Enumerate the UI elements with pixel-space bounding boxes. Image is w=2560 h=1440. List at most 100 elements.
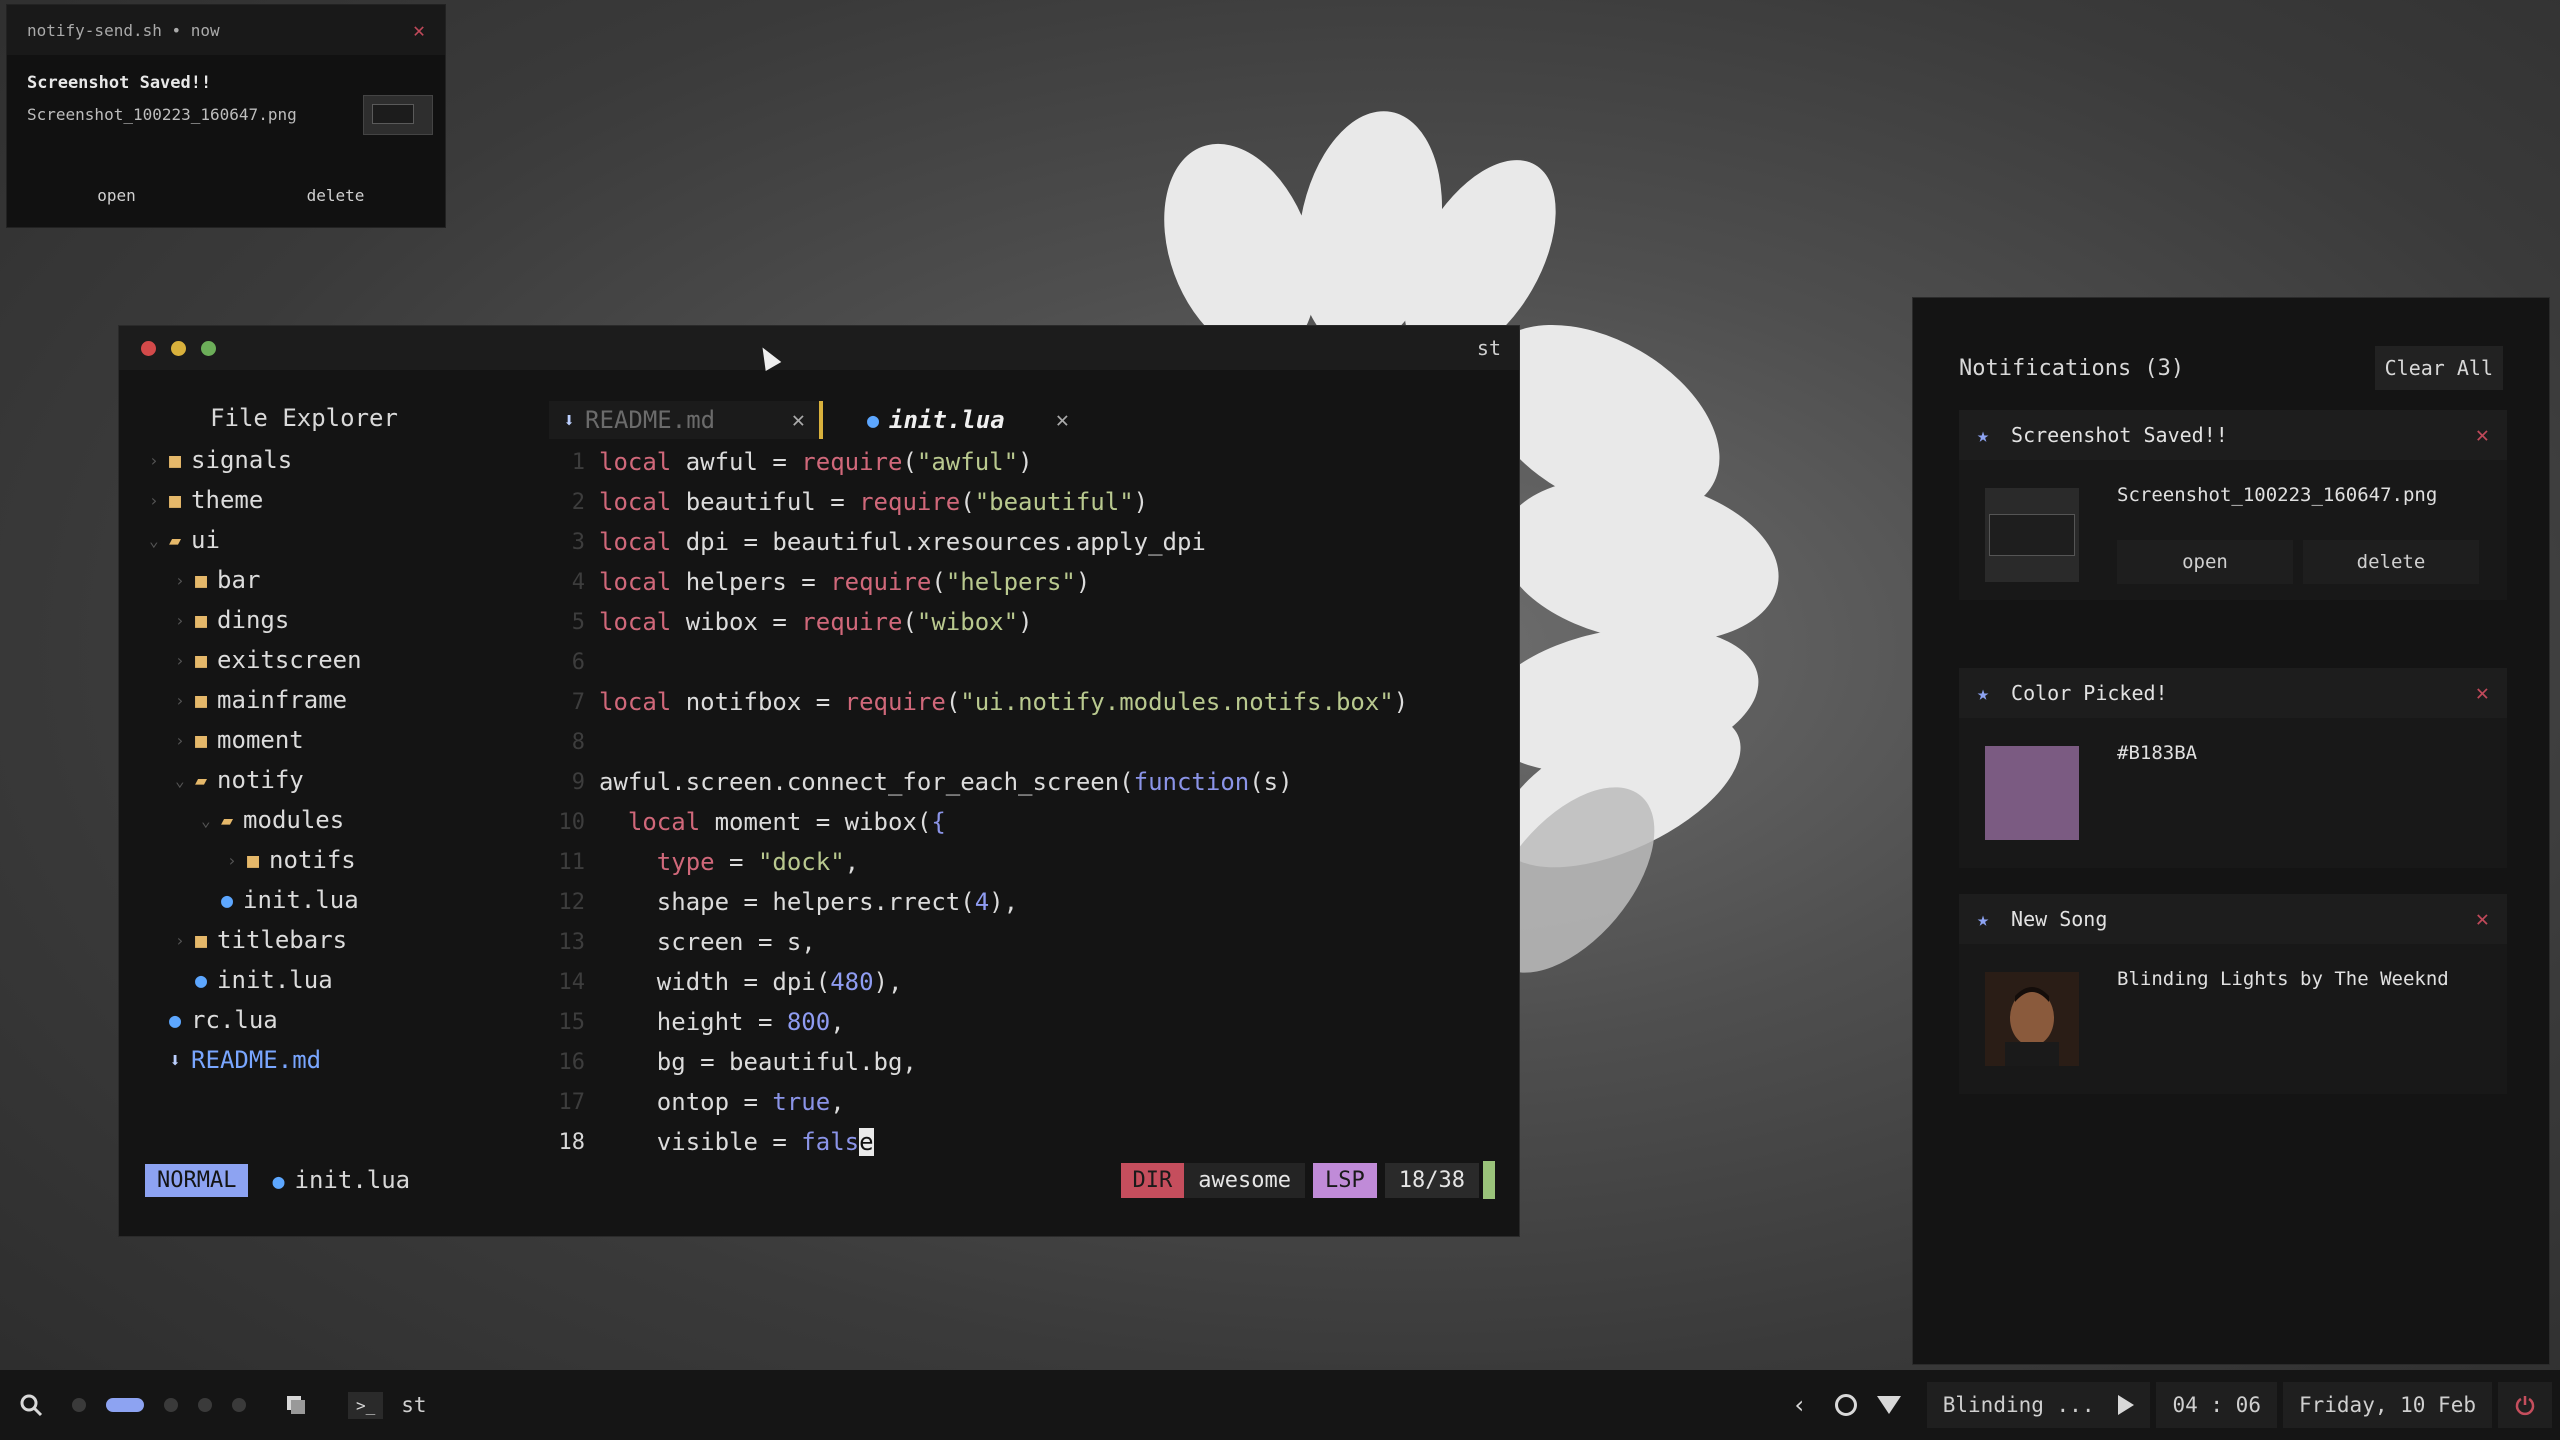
record-icon[interactable] [1834,1394,1857,1416]
folder-icon: ■ [195,928,208,952]
code-line: 11 type = "dock", [549,842,1509,882]
tree-item[interactable]: ⌄ ▰ modules [149,800,529,840]
statusline-right: DIR awesome LSP 18/38 [1120,1160,1495,1200]
tab-init-lua[interactable]: ● init.lua ✕ [823,401,1083,439]
close-icon[interactable]: ✕ [2476,907,2489,932]
popup-actions: open delete [7,165,445,225]
wifi-icon[interactable] [1876,1396,1901,1414]
tree-item[interactable]: › ■ notifs [149,840,529,880]
close-icon[interactable]: ✕ [1056,408,1069,433]
screenshot-thumbnail [1985,488,2079,582]
card-header: ★ Screenshot Saved!! ✕ [1959,410,2507,460]
lua-icon: ● [195,968,208,992]
workspace-dot[interactable] [164,1398,178,1412]
popup-open-button[interactable]: open [7,186,226,205]
popup-title: Screenshot Saved!! [27,73,212,93]
cursor-position: 18/38 [1384,1162,1479,1198]
workspace-dot[interactable] [198,1398,212,1412]
tree-item[interactable]: › ■ titlebars [149,920,529,960]
maximize-window-button[interactable] [201,341,216,356]
close-icon[interactable]: ✕ [2476,423,2489,448]
taskbar-app-st[interactable]: >_ st [332,1382,443,1428]
line-number: 15 [558,1009,586,1035]
layout-button[interactable] [266,1394,326,1416]
tree-item[interactable]: › ■ exitscreen [149,640,529,680]
play-icon[interactable] [2118,1395,2135,1415]
lsp-badge: LSP [1313,1162,1377,1198]
tree-item-label: rc.lua [191,1006,278,1034]
line-number: 12 [558,889,586,915]
search-button[interactable] [0,1392,62,1418]
tab-readme[interactable]: ⬇ README.md ✕ [549,401,819,439]
line-number: 18 [558,1129,586,1155]
line-number: 11 [558,849,586,875]
tree-item[interactable]: ● init.lua [149,880,529,920]
taskbar-app-label: st [401,1393,427,1417]
workspace-active[interactable] [106,1398,144,1412]
tree-item[interactable]: ⬇ README.md [149,1040,529,1080]
code-editor[interactable]: 1 local awful = require("awful") 2 local b… [549,442,1509,1162]
tree-item-label: titlebars [217,926,348,954]
power-button[interactable] [2498,1382,2552,1428]
chevron-down-icon: ⌄ [201,810,211,830]
tree-item[interactable]: › ■ bar [149,560,529,600]
line-number: 1 [571,449,585,475]
screenshot-thumbnail [363,95,433,135]
clear-all-button[interactable]: Clear All [2374,346,2503,390]
tree-item[interactable]: ● init.lua [149,960,529,1000]
titlebar[interactable]: st [119,326,1519,372]
editor-window: st File Explorer › ■ signals › ■ theme ⌄ ▰ ui … [118,325,1520,1237]
code-line: 18 visible = fals e [549,1122,1509,1162]
workspace-dot[interactable] [72,1398,86,1412]
code-line: 17 ontop = true, [549,1082,1509,1122]
mode-indicator: NORMAL [145,1163,249,1197]
statusline: NORMAL ● init.lua DIR awesome LSP 18/38 [145,1160,1495,1200]
code-line: 7 local notifbox = require("ui.notify.mod… [549,682,1509,722]
notification-center-header: Notifications (3) Clear All [1959,346,2503,390]
notification-card: ★ Screenshot Saved!! ✕ Screenshot_100223… [1959,410,2507,600]
lua-icon: ● [169,1008,182,1032]
popup-header-text: notify-send.sh • now [27,20,220,40]
tree-item[interactable]: › ■ mainframe [149,680,529,720]
bell-icon: ★ [1977,423,1990,447]
card-open-button[interactable]: open [2117,540,2293,584]
notification-popup: notify-send.sh • now ✕ Screenshot Saved!… [6,4,446,228]
lua-icon: ● [867,408,880,432]
tree-item[interactable]: ⌄ ▰ ui [149,520,529,560]
card-title: Color Picked! [2011,681,2168,705]
music-widget[interactable]: Blinding ... [1926,1382,2151,1428]
popup-delete-button[interactable]: delete [226,186,445,205]
chevron-right-icon: › [175,650,185,670]
close-icon[interactable]: ✕ [2476,681,2489,706]
tree-item-label: signals [191,446,293,474]
tree-item[interactable]: › ■ signals [149,440,529,480]
folder-open-icon: ▰ [195,768,208,792]
card-delete-button[interactable]: delete [2303,540,2479,584]
chevron-left-icon[interactable]: ‹ [1792,1391,1806,1419]
line-number: 16 [558,1049,586,1075]
minimize-window-button[interactable] [171,341,186,356]
close-window-button[interactable] [141,341,156,356]
workspace-dot[interactable] [232,1398,246,1412]
tree-item-label: notifs [269,846,356,874]
tree-item[interactable]: › ■ moment [149,720,529,760]
close-icon[interactable]: ✕ [413,18,425,42]
card-text: Screenshot_100223_160647.png [2117,484,2438,506]
close-icon[interactable]: ✕ [792,408,805,433]
line-number: 4 [571,569,585,595]
line-number: 9 [571,769,585,795]
card-title: Screenshot Saved!! [2011,423,2228,447]
tree-item[interactable]: ⌄ ▰ notify [149,760,529,800]
tree-item[interactable]: › ■ dings [149,600,529,640]
popup-header: notify-send.sh • now ✕ [7,5,445,55]
tree-item[interactable]: ● rc.lua [149,1000,529,1040]
card-header: ★ Color Picked! ✕ [1959,668,2507,718]
music-title: Blinding ... [1942,1393,2095,1417]
chevron-right-icon: › [149,490,159,510]
line-number: 14 [558,969,586,995]
folder-icon: ■ [169,488,182,512]
line-number: 7 [571,689,585,715]
tree-item[interactable]: › ■ theme [149,480,529,520]
tree-item-label: ui [191,526,220,554]
line-number: 8 [571,729,585,755]
